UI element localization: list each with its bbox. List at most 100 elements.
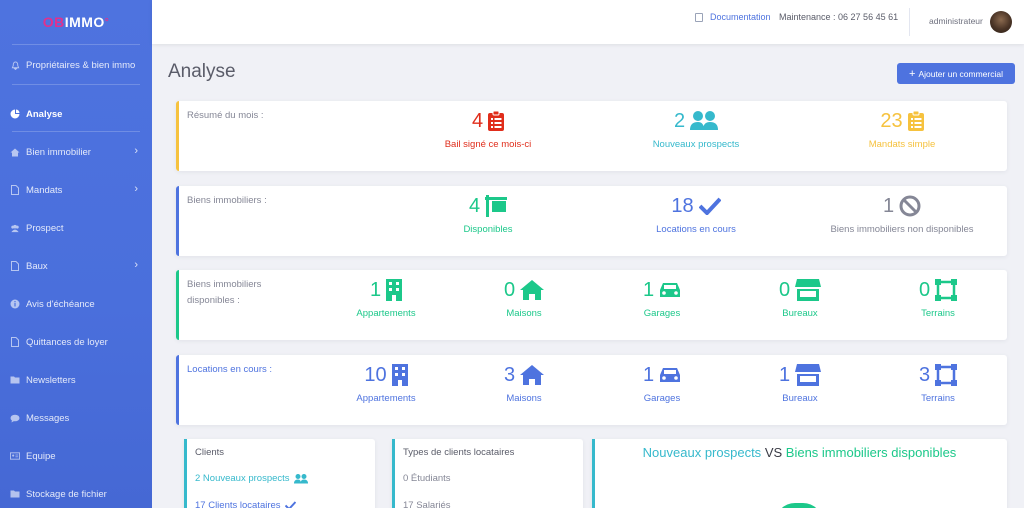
stat-value: 1 <box>642 363 655 386</box>
documentation-link[interactable]: Documentation <box>695 12 771 22</box>
stat-caption: Maisons <box>506 308 542 319</box>
chevron-right-icon: › <box>134 183 138 195</box>
sidebar-item-label: Stockage de fichier <box>26 488 107 500</box>
stat-value: 23 <box>880 109 903 132</box>
stat-terrains-loues: 3 Terrains <box>878 361 998 404</box>
sidebar-item-messages[interactable]: Messages <box>0 407 152 429</box>
folder-icon <box>10 489 20 499</box>
documentation-label: Documentation <box>710 12 771 22</box>
car-icon <box>660 368 681 382</box>
clients-prospects-label: 2 Nouveaux prospects <box>195 473 290 484</box>
clipboard-list-icon <box>488 111 505 131</box>
stat-nouveaux-prospects: 2 Nouveaux prospects <box>596 107 796 151</box>
document-icon <box>695 12 703 22</box>
brand-logo[interactable]: OB IMMO ° <box>0 0 152 44</box>
stat-value: 4 <box>468 194 481 217</box>
sidebar-item-bien-immobilier[interactable]: Bien immobilier › <box>0 141 152 163</box>
stat-caption: Nouveaux prospects <box>652 139 740 150</box>
stat-caption: Terrains <box>921 393 955 404</box>
types-clients-panel: Types de clients locataires 0 Étudiants … <box>392 439 583 508</box>
store-icon <box>795 279 822 301</box>
disponibles-card: Biens immobiliers disponibles : 1 Appart… <box>176 270 1007 340</box>
sidebar-item-label: Prospect <box>26 222 64 234</box>
clients-panel: Clients 2 Nouveaux prospects 17 Clients … <box>184 439 375 508</box>
stat-value: 0 <box>918 278 931 301</box>
stat-caption: Maisons <box>506 393 542 404</box>
sidebar-item-label: Baux <box>26 260 48 272</box>
stat-value: 1 <box>369 278 382 301</box>
sidebar-item-stockage[interactable]: Stockage de fichier <box>0 483 152 505</box>
stat-disponibles: 4 Disponibles <box>388 192 588 236</box>
stat-bail-signe: 4 Bail signé ce mois-ci <box>388 107 588 151</box>
sidebar-item-quittances[interactable]: Quittances de loyer <box>0 331 152 353</box>
sidebar-item-avis-echeance[interactable]: Avis d'échéance <box>0 293 152 315</box>
locations-card: Locations en cours : 10 Appartements 3 M… <box>176 355 1007 425</box>
user-name[interactable]: administrateur <box>929 16 983 26</box>
sidebar-item-prospect[interactable]: Prospect <box>0 217 152 239</box>
stat-bureaux-disponibles: 0 Bureaux <box>740 276 860 319</box>
stat-caption: Biens immobiliers non disponibles <box>830 224 974 235</box>
sidebar-item-newsletters[interactable]: Newsletters <box>0 369 152 391</box>
stat-caption: Garages <box>643 308 681 319</box>
stat-non-disponibles: 1 Biens immobiliers non disponibles <box>802 192 1002 236</box>
card-accent <box>176 186 179 256</box>
sidebar-item-baux[interactable]: Baux › <box>0 255 152 277</box>
summary-card: Résumé du mois : 4 Bail signé ce mois-ci… <box>176 101 1007 171</box>
panel-title: Clients <box>195 447 225 458</box>
stat-value: 3 <box>503 363 516 386</box>
stat-caption: Terrains <box>921 308 955 319</box>
sidebar-item-label: Quittances de loyer <box>26 336 108 348</box>
clients-locataires-row[interactable]: 17 Clients locataires <box>195 500 296 508</box>
plus-icon: + <box>909 67 916 80</box>
sidebar-item-proprietaires[interactable]: Propriétaires & bien immo <box>0 54 152 76</box>
maintenance-info: Maintenance : 06 27 56 45 61 <box>779 12 899 22</box>
stat-garages-disponibles: 1 Garages <box>602 276 722 320</box>
sidebar-item-label: Propriétaires & bien immo <box>26 59 136 71</box>
stat-caption: Locations en cours <box>656 224 736 235</box>
sidebar-divider <box>12 44 140 45</box>
comment-icon <box>10 413 20 423</box>
chart-segment <box>775 503 823 508</box>
sidebar-item-equipe[interactable]: Equipe <box>0 445 152 467</box>
building-icon <box>386 279 403 301</box>
users-icon <box>10 223 20 233</box>
chevron-right-icon: › <box>134 145 138 157</box>
vector-square-icon <box>935 279 958 301</box>
sidebar-item-analyse[interactable]: Analyse <box>0 103 152 125</box>
users-icon <box>293 473 308 483</box>
sidebar-item-label: Newsletters <box>26 374 76 386</box>
stat-garages-loues: 1 Garages <box>602 361 722 405</box>
home-icon <box>520 365 545 385</box>
stat-appartements-disponibles: 1 Appartements <box>326 276 446 320</box>
prospects-vs-biens-panel: Nouveaux prospects VS Biens immobiliers … <box>592 439 1007 508</box>
sidebar-item-mandats[interactable]: Mandats › <box>0 179 152 201</box>
stat-maisons-louees: 3 Maisons <box>464 361 584 404</box>
sidebar-item-label: Mandats <box>26 184 63 196</box>
types-salaries-row: 17 Salariés <box>403 500 451 508</box>
panel-title: Types de clients locataires <box>403 447 515 458</box>
avatar[interactable] <box>990 11 1012 33</box>
panel-accent <box>184 439 187 508</box>
clipboard-list-icon <box>907 111 924 131</box>
bell-icon <box>10 60 20 70</box>
add-commercial-button[interactable]: + Ajouter un commercial <box>897 63 1015 84</box>
card-label: Résumé du mois : <box>187 110 264 121</box>
clients-prospects-row[interactable]: 2 Nouveaux prospects <box>195 473 308 484</box>
id-card-icon <box>10 451 20 461</box>
chart-title-prospects: Nouveaux prospects <box>642 445 762 460</box>
clients-locataires-label: 17 Clients locataires <box>195 500 281 508</box>
file-icon <box>10 261 20 271</box>
panel-accent <box>392 439 395 508</box>
stat-value: 0 <box>503 278 516 301</box>
card-label: Biens immobiliers : <box>187 195 267 206</box>
stat-value: 3 <box>918 363 931 386</box>
stat-value: 18 <box>671 194 694 217</box>
ban-icon <box>899 195 921 217</box>
stat-caption: Appartements <box>356 308 416 319</box>
stat-caption: Mandats simple <box>868 139 936 150</box>
stat-caption: Bureaux <box>782 393 818 404</box>
topbar-divider <box>909 8 910 36</box>
building-icon <box>391 364 408 386</box>
sidebar-item-label: Avis d'échéance <box>26 298 95 310</box>
stat-value: 4 <box>471 109 484 132</box>
